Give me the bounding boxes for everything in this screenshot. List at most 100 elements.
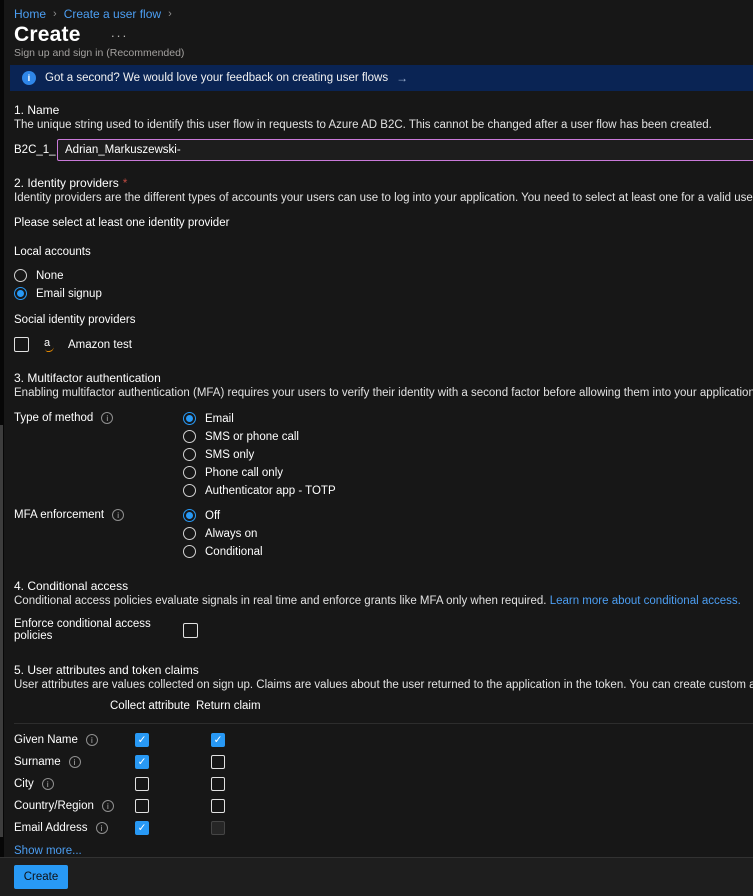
type-of-method-label: Type of method i	[14, 412, 183, 424]
conditional-learn-more-link[interactable]: Learn more about conditional access.	[550, 595, 741, 607]
section-conditional-heading: 4. Conditional access	[14, 579, 129, 593]
breadcrumb: Home › Create a user flow ›	[14, 8, 753, 21]
info-icon[interactable]: i	[112, 509, 125, 521]
radio-option-off[interactable]: Off	[183, 509, 263, 522]
identity-note: Please select at least one identity prov…	[14, 217, 230, 229]
page-subtitle: Sign up and sign in (Recommended)	[14, 47, 185, 59]
radio-icon[interactable]	[183, 509, 196, 522]
left-scrollbar-thumb[interactable]	[0, 425, 3, 837]
radio-icon[interactable]	[14, 269, 27, 282]
section-identity-description: Identity providers are the different typ…	[14, 192, 753, 204]
radio-option-conditional[interactable]: Conditional	[183, 545, 263, 558]
info-icon[interactable]: i	[41, 778, 54, 790]
amazon-test-checkbox[interactable]	[14, 337, 29, 352]
info-icon[interactable]: i	[101, 800, 114, 812]
show-more-link[interactable]: Show more...	[14, 845, 82, 857]
radio-option-always-on[interactable]: Always on	[183, 527, 263, 540]
page-title: Create	[14, 23, 81, 46]
info-icon[interactable]: i	[68, 756, 81, 768]
section-attributes-heading: 5. User attributes and token claims	[14, 663, 199, 677]
return-checkbox-city[interactable]	[211, 777, 225, 791]
attr-label: Country/Region i	[14, 800, 135, 812]
attr-row-email-address: Email Address i	[14, 817, 753, 839]
radio-label: SMS or phone call	[205, 430, 299, 443]
breadcrumb-home-link[interactable]: Home	[14, 8, 46, 21]
banner-message: Got a second? We would love your feedbac…	[45, 72, 389, 84]
radio-icon[interactable]	[183, 527, 196, 540]
radio-label: Email signup	[36, 287, 102, 300]
collect-checkbox-country-region[interactable]	[135, 799, 149, 813]
radio-icon[interactable]	[183, 484, 196, 497]
attr-label: Given Name i	[14, 734, 135, 746]
collect-checkbox-city[interactable]	[135, 777, 149, 791]
radio-icon[interactable]	[183, 430, 196, 443]
amazon-test-label: Amazon test	[68, 338, 132, 351]
required-marker: *	[122, 176, 128, 190]
return-checkbox-email-address	[211, 821, 225, 835]
social-provider-amazon-row: a Amazon test	[14, 337, 753, 352]
return-checkbox-country-region[interactable]	[211, 799, 225, 813]
info-icon: i	[22, 71, 36, 85]
attr-label: Email Address i	[14, 822, 135, 834]
radio-label: Conditional	[205, 545, 263, 558]
attr-label: Surname i	[14, 756, 135, 768]
breadcrumb-parent-link[interactable]: Create a user flow	[64, 8, 161, 21]
section-name-heading: 1. Name	[14, 103, 60, 117]
radio-option-sms-only[interactable]: SMS only	[183, 448, 336, 461]
mfa-enforcement-radio-group: Off Always on Conditional	[183, 509, 263, 558]
info-icon[interactable]: i	[95, 822, 108, 834]
info-icon[interactable]: i	[85, 734, 98, 746]
section-name-description: The unique string used to identify this …	[14, 119, 712, 131]
arrow-right-icon[interactable]: →	[396, 71, 408, 85]
social-providers-label: Social identity providers	[14, 314, 136, 326]
radio-icon[interactable]	[14, 287, 27, 300]
radio-option-phone-call-only[interactable]: Phone call only	[183, 466, 336, 479]
radio-icon[interactable]	[183, 448, 196, 461]
collect-attribute-column-header: Collect attribute	[110, 700, 190, 712]
collect-checkbox-surname[interactable]	[135, 755, 149, 769]
attr-row-given-name: Given Name i	[14, 729, 753, 751]
radio-label: SMS only	[205, 448, 255, 461]
radio-label: None	[36, 269, 64, 282]
return-claim-column-header: Return claim	[196, 700, 261, 712]
attr-row-country-region: Country/Region i	[14, 795, 753, 817]
feedback-banner[interactable]: i Got a second? We would love your feedb…	[10, 65, 753, 91]
attributes-table-headers: Collect attribute Return claim	[14, 700, 753, 714]
local-accounts-label: Local accounts	[14, 246, 91, 258]
name-field-row: B2C_1_*	[14, 139, 753, 161]
header: Create ···	[14, 24, 753, 46]
radio-label: Email	[205, 412, 234, 425]
radio-option-authenticator-totp[interactable]: Authenticator app - TOTP	[183, 484, 336, 497]
collect-checkbox-email-address[interactable]	[135, 821, 149, 835]
attributes-table: Given Namei Surnamei Cityi Country/Regio…	[14, 723, 753, 839]
type-of-method-row: Type of method i Email SMS or phone call…	[14, 412, 753, 497]
radio-icon[interactable]	[183, 412, 196, 425]
radio-icon[interactable]	[183, 466, 196, 479]
enforce-conditional-row: Enforce conditional access policies	[14, 618, 753, 642]
radio-label: Authenticator app - TOTP	[205, 484, 336, 497]
section-attributes-description: User attributes are values collected on …	[14, 679, 753, 691]
return-checkbox-surname[interactable]	[211, 755, 225, 769]
chevron-right-icon: ›	[53, 8, 57, 20]
chevron-right-icon: ›	[168, 8, 172, 20]
radio-option-sms-or-phone-call[interactable]: SMS or phone call	[183, 430, 336, 443]
more-menu-icon[interactable]: ···	[111, 28, 129, 43]
radio-icon[interactable]	[183, 545, 196, 558]
name-field-label: B2C_1_*	[14, 144, 64, 156]
section-conditional-description: Conditional access policies evaluate sig…	[14, 595, 741, 607]
user-flow-name-input[interactable]	[57, 139, 753, 161]
radio-option-none[interactable]: None	[14, 269, 753, 282]
radio-label: Phone call only	[205, 466, 283, 479]
collect-checkbox-given-name[interactable]	[135, 733, 149, 747]
radio-label: Always on	[205, 527, 258, 540]
radio-option-email-signup[interactable]: Email signup	[14, 287, 753, 300]
return-checkbox-given-name[interactable]	[211, 733, 225, 747]
info-icon[interactable]: i	[101, 412, 114, 424]
radio-label: Off	[205, 509, 221, 522]
attr-row-city: City i	[14, 773, 753, 795]
local-accounts-radio-group: None Email signup	[14, 269, 753, 300]
enforce-conditional-checkbox[interactable]	[183, 622, 198, 638]
attr-label: City i	[14, 778, 135, 790]
radio-option-email[interactable]: Email	[183, 412, 336, 425]
create-button[interactable]: Create	[14, 865, 68, 889]
